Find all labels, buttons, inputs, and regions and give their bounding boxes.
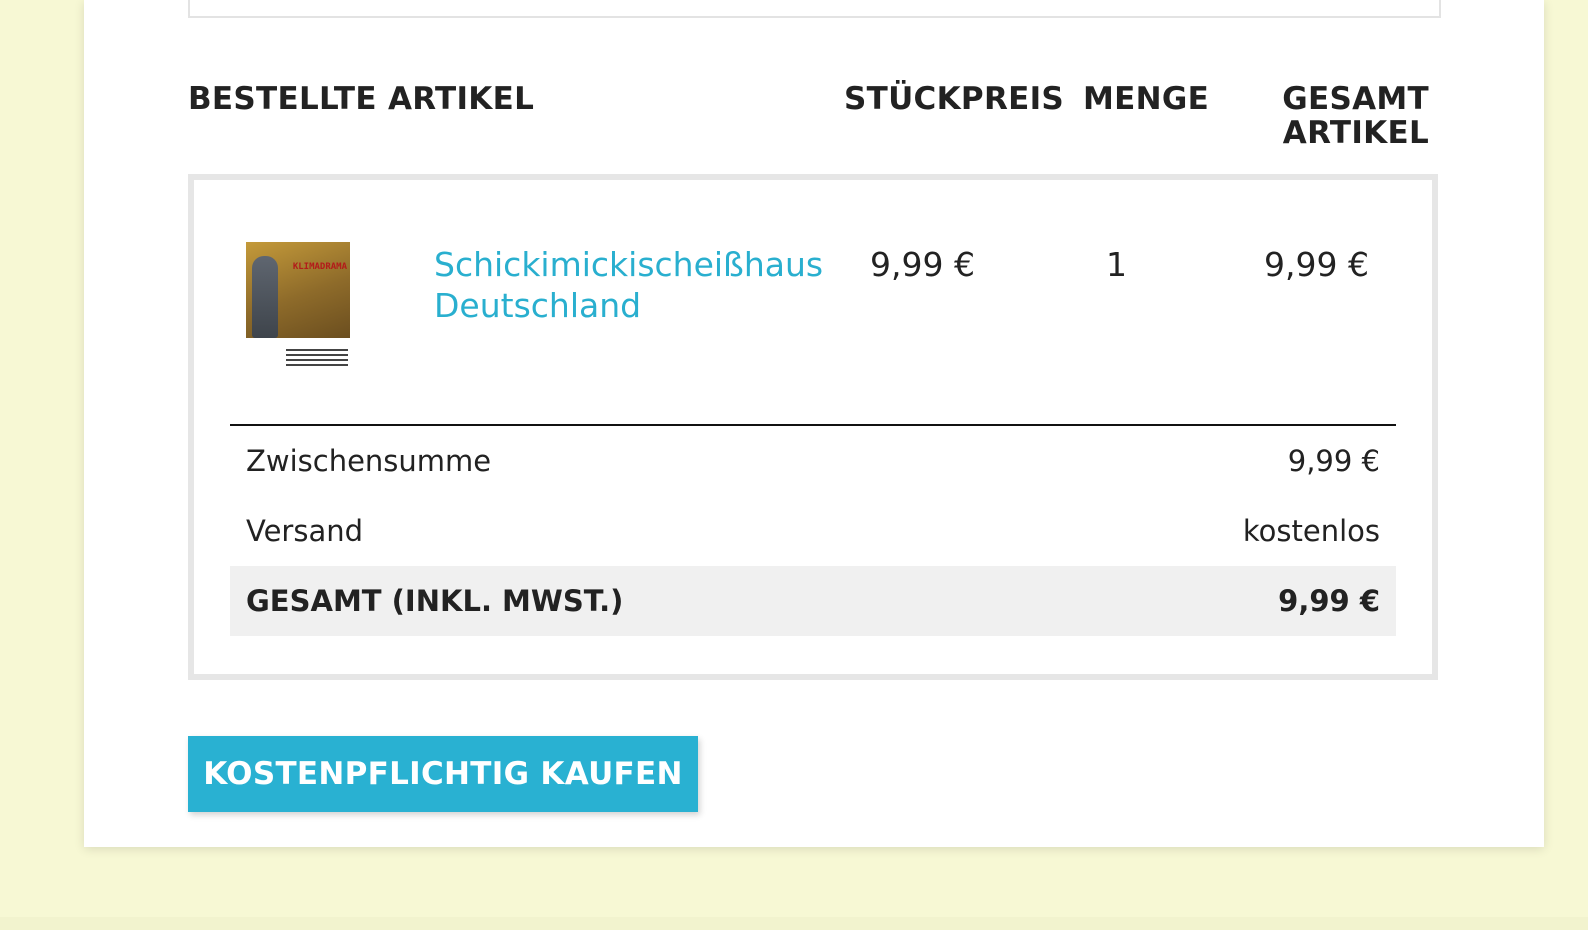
previous-section-box <box>188 0 1441 18</box>
item-quantity: 1 <box>1106 245 1127 284</box>
shipping-value: kostenlos <box>1242 514 1380 548</box>
buy-button[interactable]: KOSTENPFLICHTIG KAUFEN <box>188 736 698 812</box>
header-ordered-items: BESTELLTE ARTIKEL <box>188 81 535 117</box>
header-item-total-line1: GESAMT <box>1282 81 1429 117</box>
cover-figure <box>252 256 278 338</box>
shipping-row: Versand kostenlos <box>230 496 1396 566</box>
cover-text-lines <box>286 346 348 369</box>
footer-strip <box>0 917 1588 930</box>
header-quantity: MENGE <box>1083 81 1210 117</box>
header-unit-price: STÜCKPREIS <box>844 81 1065 117</box>
subtotal-row: Zwischensumme 9,99 € <box>230 426 1396 496</box>
checkout-card: BESTELLTE ARTIKEL STÜCKPREIS MENGE GESAM… <box>84 0 1544 847</box>
item-unit-price: 9,99 € <box>870 245 975 284</box>
subtotal-label: Zwischensumme <box>246 444 492 478</box>
book-cover-image: KLIMADRAMA <box>246 242 350 338</box>
product-name-link[interactable]: Schickimickischeißhaus Deutschland <box>434 244 823 326</box>
header-item-total-line2: ARTIKEL <box>1282 115 1429 151</box>
total-row: GESAMT (INKL. MWST.) 9,99 € <box>230 566 1396 636</box>
header-item-total: GESAMT ARTIKEL <box>1249 82 1429 150</box>
product-thumbnail[interactable]: KLIMADRAMA <box>246 242 350 388</box>
total-value: 9,99 € <box>1278 584 1380 618</box>
shipping-label: Versand <box>246 514 364 548</box>
total-label: GESAMT (INKL. MWST.) <box>246 584 624 618</box>
product-name-line2: Deutschland <box>434 286 642 325</box>
product-name-line1: Schickimickischeißhaus <box>434 245 824 284</box>
cover-title: KLIMADRAMA <box>292 262 347 272</box>
order-summary-box: KLIMADRAMA Schickimickischeißhaus Deutsc… <box>188 174 1438 680</box>
item-total: 9,99 € <box>1264 245 1369 284</box>
subtotal-value: 9,99 € <box>1287 444 1380 478</box>
